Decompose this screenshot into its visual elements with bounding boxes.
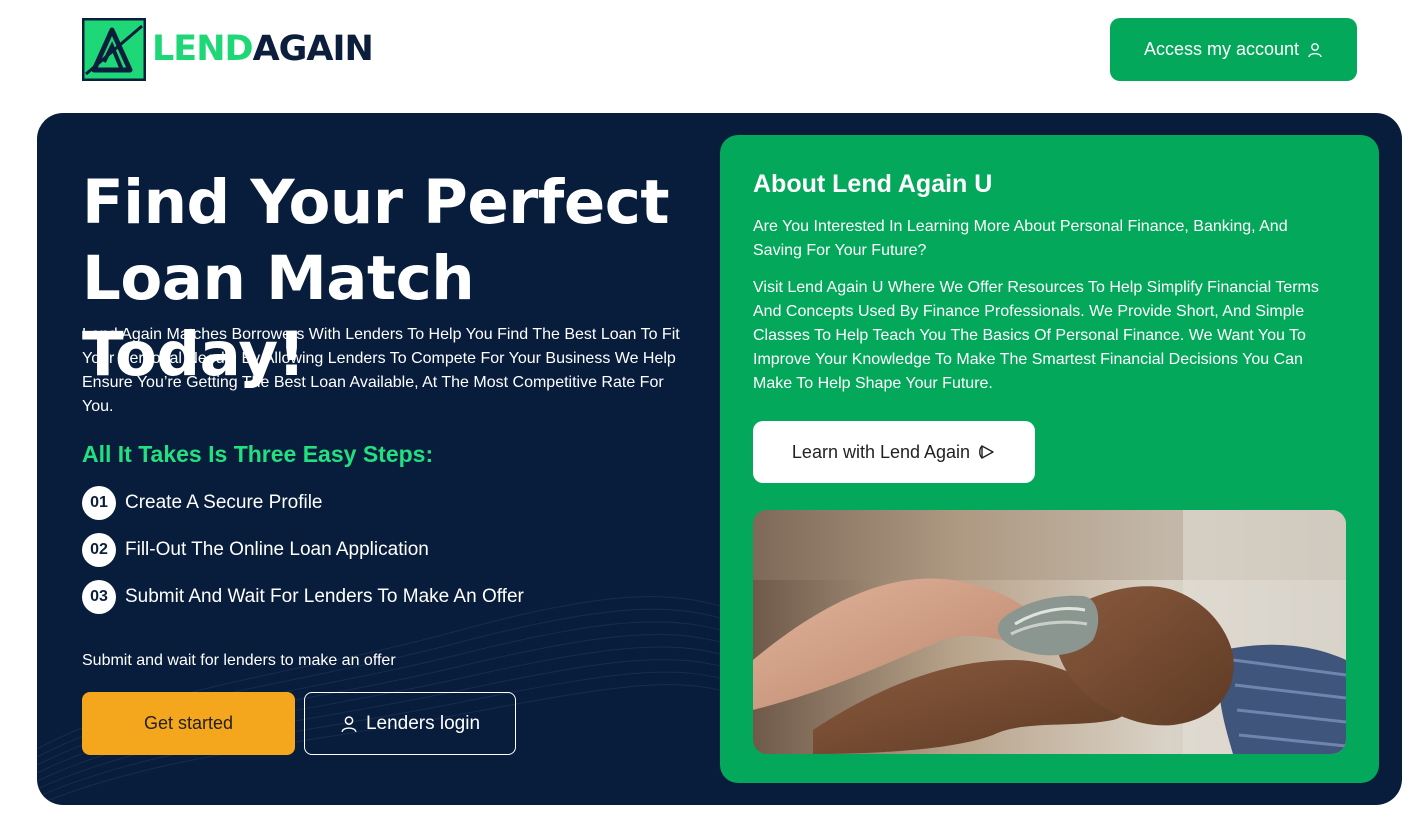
step-number: 03: [82, 580, 116, 614]
step-item: 03 Submit And Wait For Lenders To Make A…: [82, 580, 524, 614]
step-label: Fill-Out The Online Loan Application: [125, 539, 429, 560]
lenders-login-label: Lenders login: [365, 712, 481, 734]
hero-section: Find Your Perfect Loan Match Today! Lend…: [37, 113, 1402, 805]
learn-button-label: Learn with Lend Again: [791, 441, 971, 462]
step-label: Submit And Wait For Lenders To Make An O…: [125, 586, 524, 607]
about-title: About Lend Again U: [753, 170, 993, 198]
get-started-button[interactable]: Get started: [82, 692, 295, 755]
hero-description: Lend Again Matches Borrowers With Lender…: [82, 326, 680, 415]
step-number: 02: [82, 533, 116, 567]
step-number: 01: [82, 486, 116, 520]
user-icon: [341, 715, 357, 732]
about-body: Visit Lend Again U Where We Offer Resour…: [753, 279, 1319, 392]
page: LENDAGAIN Access my account Find Your Pe…: [0, 0, 1421, 814]
hands-exchanging-money-photo: [753, 510, 1346, 754]
learn-with-lend-again-button[interactable]: Learn with Lend Again: [753, 421, 1035, 483]
step-item: 02 Fill-Out The Online Loan Application: [82, 533, 429, 567]
play-circle-icon: [979, 445, 994, 459]
access-account-button[interactable]: Access my account: [1110, 18, 1357, 81]
steps-heading: All It Takes Is Three Easy Steps:: [82, 441, 434, 467]
step-item: 01 Create A Secure Profile: [82, 486, 323, 520]
logo-text-lend: LEND: [152, 29, 254, 69]
logo-text-again: AGAIN: [252, 29, 374, 69]
logo-wordmark: LENDAGAIN: [152, 29, 374, 69]
logo[interactable]: LENDAGAIN: [82, 18, 374, 81]
about-question: Are You Interested In Learning More Abou…: [753, 218, 1288, 259]
submit-note: Submit and wait for lenders to make an o…: [82, 652, 396, 669]
lend-again-logo-icon: [82, 18, 146, 81]
hero-title-line1: Find Your Perfect: [82, 167, 670, 238]
step-label: Create A Secure Profile: [125, 492, 323, 513]
about-card: About Lend Again U Are You Interested In…: [720, 135, 1379, 783]
lenders-login-button[interactable]: Lenders login: [304, 692, 516, 755]
access-account-label: Access my account: [1143, 39, 1300, 59]
user-icon: [1308, 42, 1322, 57]
